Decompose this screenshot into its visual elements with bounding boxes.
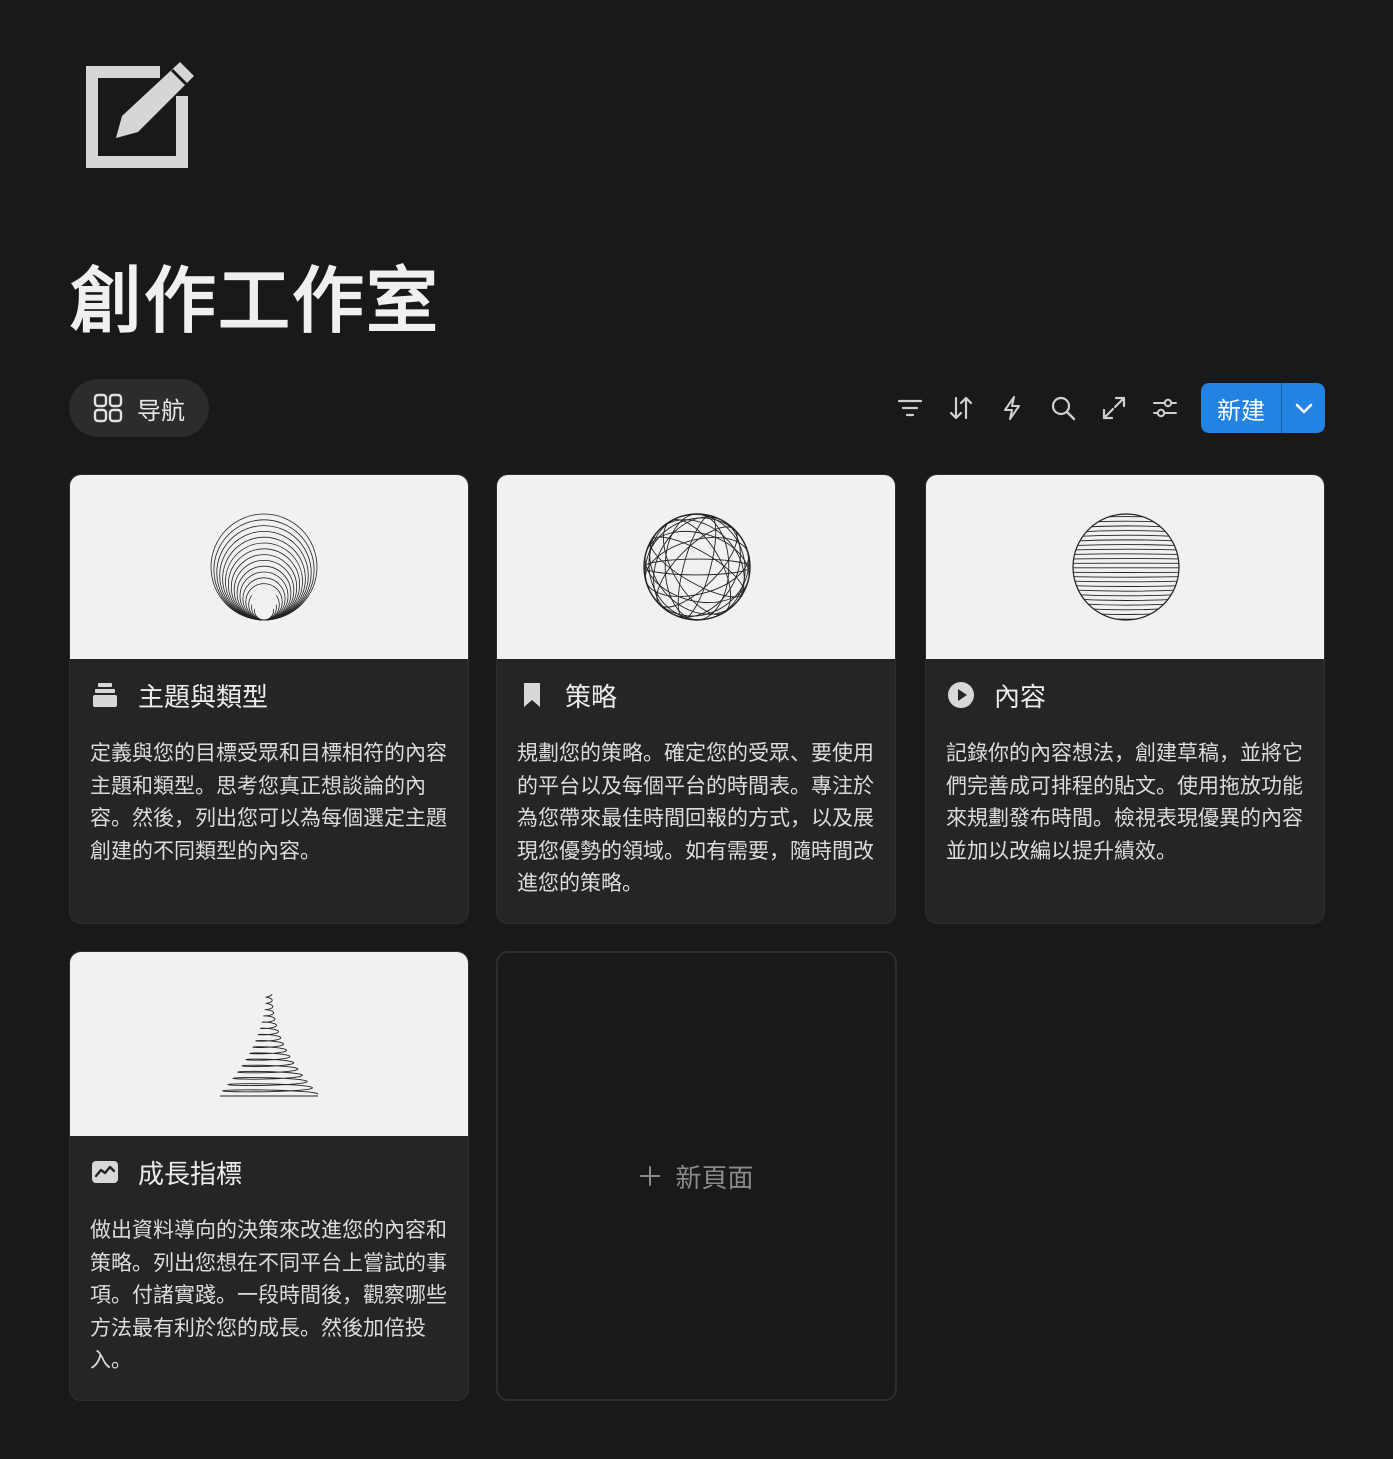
chart-line-icon — [90, 1157, 120, 1187]
new-button[interactable]: 新建 — [1201, 383, 1281, 433]
sort-icon[interactable] — [946, 393, 976, 423]
card-cover — [926, 475, 1324, 659]
card-strategy[interactable]: 策略 規劃您的策略。確定您的受眾、要使用的平台以及每個平台的時間表。專注於為您帶… — [496, 474, 896, 924]
play-circle-icon — [946, 680, 976, 710]
card-title: 主題與類型 — [138, 682, 269, 713]
chevron-down-icon — [1295, 403, 1312, 414]
new-page-label: 新頁面 — [675, 1163, 754, 1194]
card-title: 策略 — [565, 682, 618, 713]
new-button-dropdown[interactable] — [1282, 383, 1325, 433]
tab-navigation-label: 导航 — [137, 396, 185, 425]
card-description: 做出資料導向的決策來改進您的內容和策略。列出您想在不同平台上嘗試的事項。付諸實踐… — [90, 1218, 447, 1373]
card-description: 記錄你的內容想法，創建草稿，並將它們完善成可排程的貼文。使用拖放功能來規劃發布時… — [946, 741, 1303, 863]
expand-icon[interactable] — [1099, 393, 1129, 423]
database-toolbar: 导航 新建 — [69, 379, 1325, 437]
card-content[interactable]: 內容 記錄你的內容想法，創建草稿，並將它們完善成可排程的貼文。使用拖放功能來規劃… — [925, 474, 1325, 924]
card-topics-types[interactable]: 主題與類型 定義與您的目標受眾和目標相符的內容主題和類型。思考您真正想談論的內容… — [69, 474, 469, 924]
grid-icon — [93, 393, 123, 423]
page-title: 創作工作室 — [70, 259, 441, 343]
concentric-circles-art — [210, 513, 318, 621]
card-growth-metrics[interactable]: 成長指標 做出資料導向的決策來改進您的內容和策略。列出您想在不同平台上嘗試的事項… — [69, 951, 469, 1401]
filter-icon[interactable] — [895, 393, 925, 423]
card-description: 規劃您的策略。確定您的受眾、要使用的平台以及每個平台的時間表。專注於為您帶來最佳… — [517, 741, 874, 896]
settings-sliders-icon[interactable] — [1150, 393, 1180, 423]
card-title: 內容 — [994, 682, 1047, 713]
new-button-group: 新建 — [1201, 383, 1325, 433]
toolbar-actions — [895, 393, 1201, 423]
card-cover — [497, 475, 895, 659]
bookmark-icon — [517, 680, 547, 710]
page: 創作工作室 导航 新建 主題與類型 定義與您的目標受眾和目標相符的內容主題和類型… — [0, 0, 1393, 1459]
lightning-icon[interactable] — [997, 393, 1027, 423]
tab-navigation[interactable]: 导航 — [69, 379, 209, 437]
edit-square-icon[interactable] — [84, 54, 200, 170]
card-cover — [70, 952, 468, 1136]
search-icon[interactable] — [1048, 393, 1078, 423]
new-page-button[interactable]: 新頁面 — [496, 951, 897, 1401]
card-cover — [70, 475, 468, 659]
spiral-cone-art — [220, 993, 319, 1097]
stack-icon — [90, 680, 120, 710]
geodesic-sphere-art — [643, 513, 751, 621]
striped-sphere-art — [1072, 513, 1180, 621]
card-title: 成長指標 — [138, 1159, 243, 1190]
plus-icon — [640, 1166, 661, 1186]
card-description: 定義與您的目標受眾和目標相符的內容主題和類型。思考您真正想談論的內容。然後，列出… — [90, 741, 447, 863]
